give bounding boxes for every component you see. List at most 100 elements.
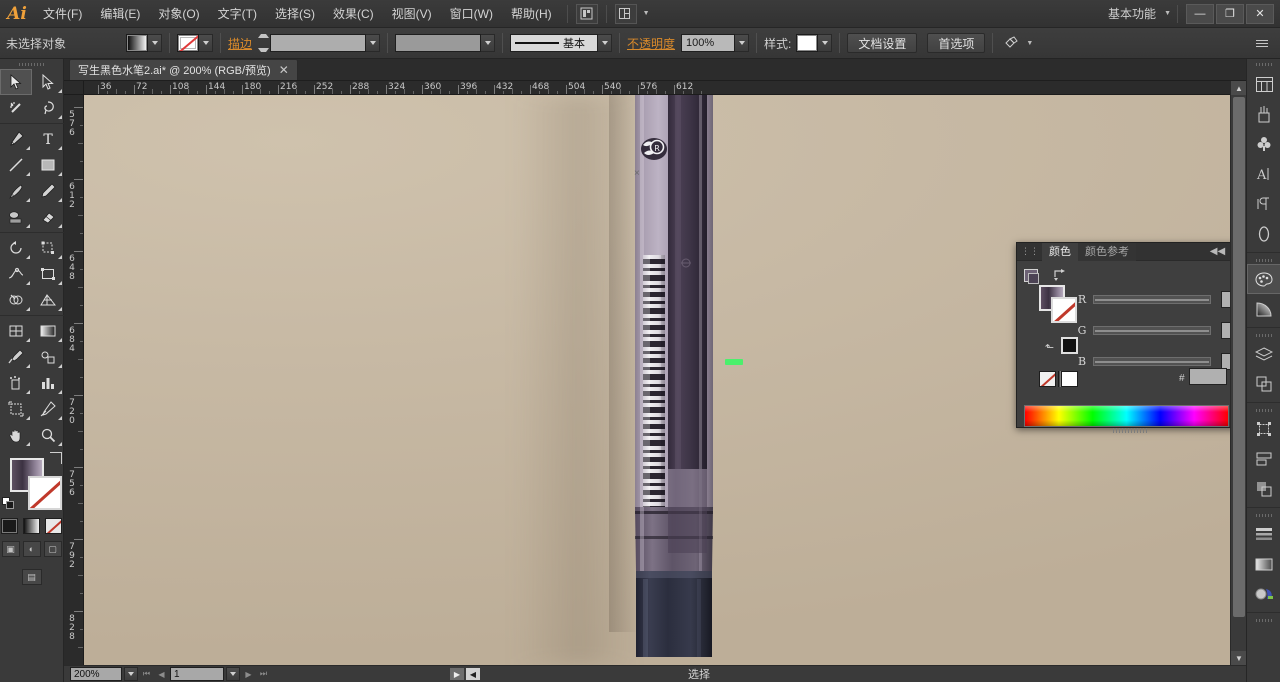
- swap-colors-icon[interactable]: [1053, 268, 1067, 281]
- vertical-ruler[interactable]: 576 612 648 684 720 756 792 828: [64, 95, 84, 665]
- menu-type[interactable]: 文字(T): [209, 0, 266, 28]
- fill-swatch[interactable]: [126, 34, 148, 52]
- dock-group-grip-5[interactable]: [1247, 616, 1280, 624]
- stroke-weight-label[interactable]: 描边: [228, 35, 252, 52]
- dock-group-grip-4[interactable]: [1247, 511, 1280, 519]
- stroke-weight-field[interactable]: [270, 34, 367, 52]
- arrange-documents-icon[interactable]: [614, 3, 637, 24]
- menu-view[interactable]: 视图(V): [383, 0, 441, 28]
- symbols-panel-icon[interactable]: [1247, 129, 1280, 159]
- color-panel-icon[interactable]: [1247, 264, 1280, 294]
- stroke-weight-stepper[interactable]: [258, 34, 270, 52]
- menu-file[interactable]: 文件(F): [34, 0, 91, 28]
- pencil-tool[interactable]: [32, 178, 64, 204]
- dock-group-grip-1[interactable]: [1247, 256, 1280, 264]
- eraser-tool[interactable]: [32, 204, 64, 230]
- type-tool[interactable]: T: [32, 126, 64, 152]
- brush-definition-control[interactable]: 基本: [510, 34, 613, 52]
- fill-stroke-control[interactable]: [0, 452, 64, 514]
- artboards-panel-icon[interactable]: [1247, 69, 1280, 99]
- document-setup-button[interactable]: 文档设置: [847, 33, 918, 53]
- stroke-swatch[interactable]: [177, 34, 199, 52]
- slider-track-r[interactable]: [1093, 295, 1211, 304]
- artboard-tool[interactable]: [0, 396, 32, 422]
- tab-color-guide[interactable]: 颜色参考: [1078, 242, 1136, 261]
- last-color-icon[interactable]: ⬑: [1045, 341, 1054, 354]
- color-mode-solid[interactable]: [1, 518, 18, 534]
- menu-help[interactable]: 帮助(H): [502, 0, 561, 28]
- zoom-chevron-down-icon[interactable]: [124, 667, 138, 681]
- blob-brush-tool[interactable]: [0, 204, 32, 230]
- slice-tool[interactable]: [32, 396, 64, 422]
- color-mode-gradient[interactable]: [23, 518, 40, 534]
- scrollbar-left-arrow-icon[interactable]: ◀: [466, 668, 480, 680]
- next-page-icon[interactable]: ▶: [242, 667, 255, 681]
- white-swatch[interactable]: [1061, 371, 1078, 387]
- default-fill-stroke-icon[interactable]: [2, 497, 15, 510]
- eyedropper-tool[interactable]: [0, 344, 32, 370]
- scroll-up-icon[interactable]: ▲: [1231, 81, 1247, 95]
- scale-tool[interactable]: [32, 235, 64, 261]
- canvas-vertical-scrollbar[interactable]: ▲ ▼: [1230, 81, 1247, 665]
- window-maximize-button[interactable]: ❐: [1216, 3, 1244, 24]
- line-segment-tool[interactable]: [0, 152, 32, 178]
- color-panel[interactable]: ⋮⋮ 颜色 颜色参考 ◀◀ ≡ R G: [1016, 242, 1257, 433]
- dock-group-grip-3[interactable]: [1247, 406, 1280, 414]
- stroke-weight-control[interactable]: [258, 34, 381, 52]
- bridge-icon[interactable]: [575, 3, 598, 24]
- menu-select[interactable]: 选择(S): [266, 0, 324, 28]
- lasso-tool[interactable]: [32, 95, 64, 121]
- gradient-tool[interactable]: [32, 318, 64, 344]
- scroll-down-icon[interactable]: ▼: [1231, 651, 1247, 665]
- change-screen-mode-icon[interactable]: ▤: [21, 569, 42, 585]
- opacity-field[interactable]: 100%: [681, 34, 736, 52]
- workspace-chevron-down-icon[interactable]: ▼: [1164, 10, 1171, 17]
- close-icon[interactable]: ✕: [279, 63, 289, 77]
- align-chevron-down-icon[interactable]: ▼: [1026, 40, 1033, 47]
- swatches-panel-icon[interactable]: [1247, 579, 1280, 609]
- pen-tool[interactable]: [0, 126, 32, 152]
- slider-track-b[interactable]: [1093, 357, 1211, 366]
- page-chevron-down-icon[interactable]: [226, 667, 240, 681]
- align-panel-icon[interactable]: [1247, 444, 1280, 474]
- dock-grip[interactable]: [1247, 59, 1280, 69]
- zoom-tool[interactable]: [32, 422, 64, 448]
- arrange-chevron-down-icon[interactable]: ▼: [643, 10, 650, 17]
- black-swatch[interactable]: [1061, 337, 1078, 354]
- graphic-style-control[interactable]: [796, 34, 833, 52]
- symbol-sprayer-tool[interactable]: [0, 370, 32, 396]
- color-spectrum-ramp[interactable]: [1024, 405, 1229, 427]
- transparency-panel-icon[interactable]: [1247, 474, 1280, 504]
- document-tab[interactable]: 写生黑色水笔2.ai* @ 200% (RGB/预览) ✕: [69, 59, 298, 80]
- page-number-field[interactable]: 1: [170, 667, 224, 681]
- tab-color[interactable]: 颜色: [1042, 242, 1078, 261]
- panel-fill-stroke-control[interactable]: [1039, 285, 1077, 323]
- control-panel-options-icon[interactable]: [1256, 34, 1274, 52]
- brush-definition-chevron-down-icon[interactable]: [598, 34, 613, 52]
- menu-object[interactable]: 对象(O): [149, 0, 208, 28]
- status-expand-icon[interactable]: ▶: [450, 668, 464, 680]
- window-minimize-button[interactable]: —: [1186, 3, 1214, 24]
- first-page-icon[interactable]: ⏮: [140, 667, 153, 681]
- swap-fill-stroke-icon[interactable]: [50, 452, 62, 464]
- stroke-color-control[interactable]: [177, 34, 213, 52]
- panel-stroke-swatch[interactable]: [1051, 297, 1077, 323]
- color-mode-none[interactable]: [45, 518, 62, 534]
- toolbox-grip[interactable]: [0, 59, 63, 69]
- direct-selection-tool[interactable]: [32, 69, 64, 95]
- rectangle-tool[interactable]: [32, 152, 64, 178]
- opacity-chevron-down-icon[interactable]: [735, 34, 750, 52]
- pathfinder-panel-icon[interactable]: [1247, 369, 1280, 399]
- dock-group-grip-2[interactable]: [1247, 331, 1280, 339]
- brush-definition-field[interactable]: 基本: [510, 34, 599, 52]
- mesh-tool[interactable]: [0, 318, 32, 344]
- graphic-styles-panel-icon[interactable]: [1247, 549, 1280, 579]
- panel-grip-icon[interactable]: ⋮⋮: [1021, 246, 1039, 257]
- horizontal-ruler[interactable]: 36 72 108 144 180 216 252 288 324 360 396 432 468 504…: [84, 81, 1230, 95]
- hand-tool[interactable]: [0, 422, 32, 448]
- collapse-panel-icon[interactable]: ◀◀: [1206, 246, 1229, 257]
- vertical-scroll-thumb[interactable]: [1233, 97, 1245, 617]
- slider-track-g[interactable]: [1093, 326, 1211, 335]
- shape-builder-tool[interactable]: [0, 287, 32, 313]
- prev-page-icon[interactable]: ◀: [155, 667, 168, 681]
